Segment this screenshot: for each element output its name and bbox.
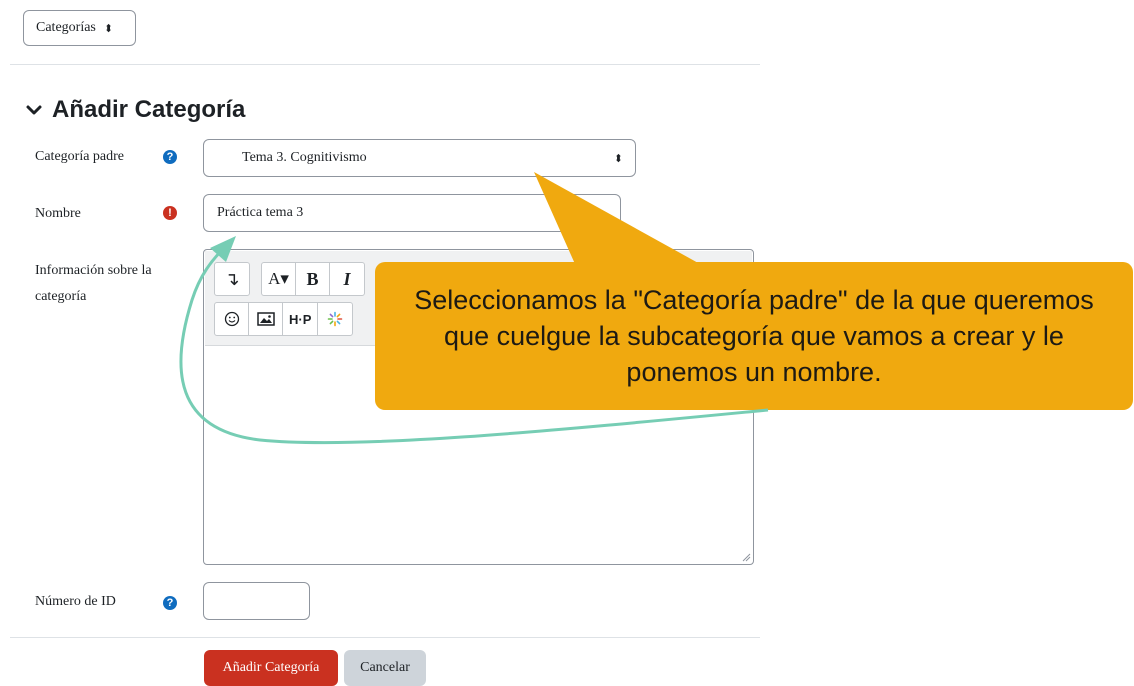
curved-arrow — [179, 246, 769, 445]
annotation-overlay — [179, 172, 769, 445]
callout-pointer — [534, 172, 700, 264]
